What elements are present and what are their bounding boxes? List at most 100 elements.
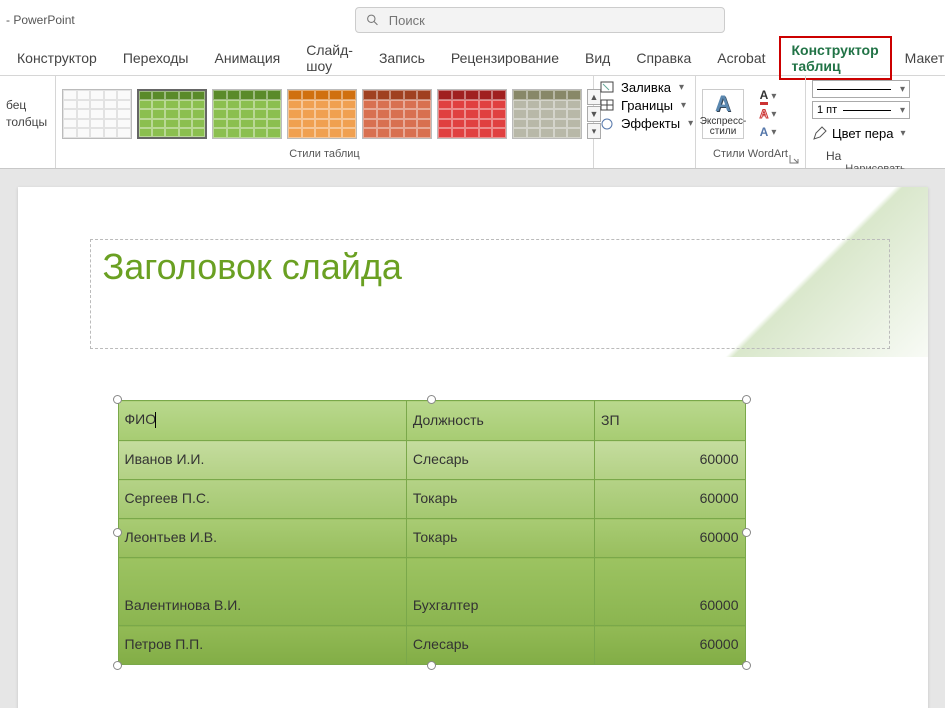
pen-color-button[interactable]: Цвет пера▾ <box>812 125 910 141</box>
pen-style-dropdown[interactable]: ▾ <box>812 80 910 98</box>
borders-label: Границы <box>621 98 673 113</box>
letter-a-icon: A <box>715 91 731 117</box>
pen-color-label: Цвет пера <box>832 126 893 141</box>
group-label-wordart: Стили WordArt <box>713 148 788 160</box>
ribbon-group-draw: ▾ 1 пт▾ Цвет пера▾ На Нарисовать <box>806 76 945 168</box>
tab-slideshow[interactable]: Слайд-шоу <box>293 36 366 80</box>
ribbon-tabs: Конструктор Переходы Анимация Слайд-шоу … <box>0 40 945 76</box>
option-text-2: толбцы <box>6 114 47 131</box>
table-row: ФИО Должность ЗП <box>118 401 745 441</box>
borders-button[interactable]: Границы ▾ <box>600 98 686 113</box>
table-cell[interactable]: Сергеев П.С. <box>118 480 406 519</box>
fill-label: Заливка <box>621 80 671 95</box>
style-thumb-green2[interactable] <box>212 89 282 139</box>
truncated-right: На <box>826 149 841 163</box>
resize-handle-tl[interactable] <box>113 395 122 404</box>
style-thumb-red[interactable] <box>437 89 507 139</box>
tab-animations[interactable]: Анимация <box>202 44 294 72</box>
quick-styles-button[interactable]: A Экспресс- стили <box>702 89 744 139</box>
search-box[interactable] <box>355 7 725 33</box>
fill-icon <box>600 81 616 95</box>
resize-handle-br[interactable] <box>742 661 751 670</box>
text-fill-button[interactable]: A▾ <box>750 88 786 104</box>
style-thumb-green-selected[interactable] <box>137 89 207 139</box>
text-outline-button[interactable]: A▾ <box>750 106 786 122</box>
fill-button[interactable]: Заливка ▾ <box>600 80 684 95</box>
app-name: - PowerPoint <box>0 13 75 27</box>
style-thumb-orange[interactable] <box>287 89 357 139</box>
slide-title[interactable]: Заголовок слайда <box>103 246 877 288</box>
option-text-1: бец <box>6 97 26 114</box>
table-cell[interactable]: Бухгалтер <box>406 558 594 626</box>
caret-down-icon: ▾ <box>688 118 693 129</box>
style-thumb-plain[interactable] <box>62 89 132 139</box>
table-cell[interactable]: Должность <box>406 401 594 441</box>
text-effects-button[interactable]: A▾ <box>750 124 786 140</box>
effects-button[interactable]: Эффекты ▾ <box>600 116 693 131</box>
tab-review[interactable]: Рецензирование <box>438 44 572 72</box>
caret-down-icon: ▾ <box>679 82 684 93</box>
pen-width-dropdown[interactable]: 1 пт▾ <box>812 101 910 119</box>
table-row: Сергеев П.С.Токарь60000 <box>118 480 745 519</box>
tab-designer[interactable]: Конструктор <box>4 44 110 72</box>
tab-help[interactable]: Справка <box>623 44 704 72</box>
borders-icon <box>600 99 616 113</box>
dialog-launcher-icon[interactable] <box>789 154 799 164</box>
title-placeholder[interactable]: Заголовок слайда <box>90 239 890 349</box>
search-icon <box>366 13 379 27</box>
slide-table[interactable]: ФИО Должность ЗП Иванов И.И.Слесарь60000… <box>118 400 746 665</box>
quick-styles-label: Экспресс- стили <box>700 117 747 138</box>
ribbon-group-wordart: A Экспресс- стили A▾ A▾ A▾ Стили WordArt <box>696 76 806 168</box>
table-cell[interactable]: ЗП <box>595 401 746 441</box>
search-input[interactable] <box>389 13 714 28</box>
table-row: Валентинова В.И.Бухгалтер60000 <box>118 558 745 626</box>
ribbon-group-table-styles: ▲ ▼ ▾ Стили таблиц <box>56 76 594 168</box>
resize-handle-ml[interactable] <box>113 528 122 537</box>
table-row: Петров П.П.Слесарь60000 <box>118 626 745 665</box>
resize-handle-tr[interactable] <box>742 395 751 404</box>
slide[interactable]: Заголовок слайда ФИО Должность ЗП Иванов… <box>18 187 928 708</box>
ribbon: бец толбцы ▲ ▼ ▾ Стили таблиц <box>0 76 945 169</box>
tab-record[interactable]: Запись <box>366 44 438 72</box>
group-label-truncated <box>6 148 49 166</box>
table-row: Иванов И.И.Слесарь60000 <box>118 441 745 480</box>
table-row: Леонтьев И.В.Токарь60000 <box>118 519 745 558</box>
style-thumb-grey[interactable] <box>512 89 582 139</box>
table-cell[interactable]: 60000 <box>595 480 746 519</box>
table-cell[interactable]: Токарь <box>406 519 594 558</box>
caret-down-icon: ▾ <box>681 100 686 111</box>
table-cell[interactable]: Токарь <box>406 480 594 519</box>
table-cell[interactable]: 60000 <box>595 626 746 665</box>
ribbon-group-shading-borders: Заливка▾ Границы▾ Эффекты▾ <box>594 76 696 168</box>
effects-icon <box>600 117 616 131</box>
table-object[interactable]: ФИО Должность ЗП Иванов И.И.Слесарь60000… <box>118 400 746 665</box>
text-cursor <box>155 412 156 428</box>
table-cell[interactable]: Слесарь <box>406 441 594 480</box>
table-cell[interactable]: Слесарь <box>406 626 594 665</box>
resize-handle-bl[interactable] <box>113 661 122 670</box>
slide-canvas-area[interactable]: Заголовок слайда ФИО Должность ЗП Иванов… <box>0 169 945 708</box>
table-cell[interactable]: Леонтьев И.В. <box>118 519 406 558</box>
table-cell[interactable]: 60000 <box>595 441 746 480</box>
tab-table-design[interactable]: Конструктор таблиц <box>779 36 892 80</box>
group-label-styles: Стили таблиц <box>62 148 587 166</box>
table-cell[interactable]: Петров П.П. <box>118 626 406 665</box>
table-cell[interactable]: Иванов И.И. <box>118 441 406 480</box>
table-cell[interactable]: ФИО <box>118 401 406 441</box>
resize-handle-tm[interactable] <box>427 395 436 404</box>
resize-handle-bm[interactable] <box>427 661 436 670</box>
table-cell[interactable]: 60000 <box>595 519 746 558</box>
table-cell[interactable]: Валентинова В.И. <box>118 558 406 626</box>
tab-layout[interactable]: Макет <box>892 44 945 72</box>
pen-width-value: 1 пт <box>817 104 837 116</box>
tab-view[interactable]: Вид <box>572 44 623 72</box>
table-cell[interactable]: 60000 <box>595 558 746 626</box>
style-thumb-brick[interactable] <box>362 89 432 139</box>
tab-transitions[interactable]: Переходы <box>110 44 202 72</box>
pen-icon <box>812 125 828 141</box>
effects-label: Эффекты <box>621 116 680 131</box>
ribbon-group-table-options: бец толбцы <box>0 76 56 168</box>
resize-handle-mr[interactable] <box>742 528 751 537</box>
style-gallery: ▲ ▼ ▾ <box>62 89 601 139</box>
tab-acrobat[interactable]: Acrobat <box>704 44 778 72</box>
